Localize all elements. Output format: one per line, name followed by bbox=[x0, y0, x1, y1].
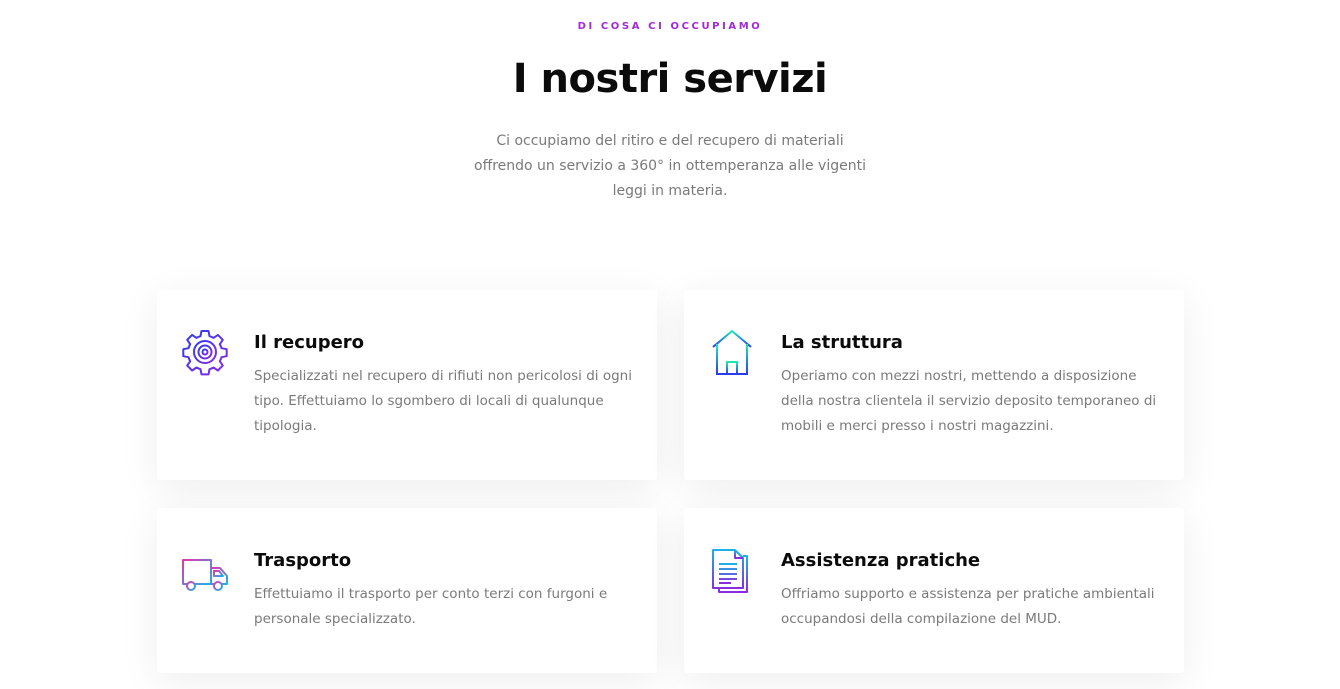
gear-icon bbox=[181, 328, 229, 376]
section-title: I nostri servizi bbox=[512, 56, 828, 102]
service-title: Assistenza pratiche bbox=[781, 550, 981, 571]
service-description: Operiamo con mezzi nostri, mettendo a di… bbox=[781, 368, 1157, 434]
service-description: Specializzati nel recupero di rifiuti no… bbox=[254, 368, 632, 434]
service-title: Il recupero bbox=[254, 332, 365, 353]
services-section: DI COSA CI OCCUPIAMO I nostri servizi Ci… bbox=[0, 0, 1340, 689]
document-icon bbox=[708, 548, 756, 596]
section-intro: Ci occupiamo del ritiro e del recupero d… bbox=[474, 133, 866, 199]
service-title: La struttura bbox=[781, 332, 903, 353]
service-card-assistenza: Assistenza pratiche Offriamo supporto e … bbox=[684, 508, 1184, 673]
service-card-recupero: Il recupero Specializzati nel recupero d… bbox=[157, 290, 657, 480]
house-icon bbox=[708, 328, 756, 376]
service-title: Trasporto bbox=[254, 550, 352, 571]
truck-icon bbox=[181, 548, 229, 596]
service-description: Effettuiamo il trasporto per conto terzi… bbox=[254, 586, 608, 627]
section-eyebrow: DI COSA CI OCCUPIAMO bbox=[577, 21, 763, 32]
service-card-trasporto: Trasporto Effettuiamo il trasporto per c… bbox=[157, 508, 657, 673]
service-description: Offriamo supporto e assistenza per prati… bbox=[781, 586, 1155, 627]
service-card-struttura: La struttura Operiamo con mezzi nostri, … bbox=[684, 290, 1184, 480]
